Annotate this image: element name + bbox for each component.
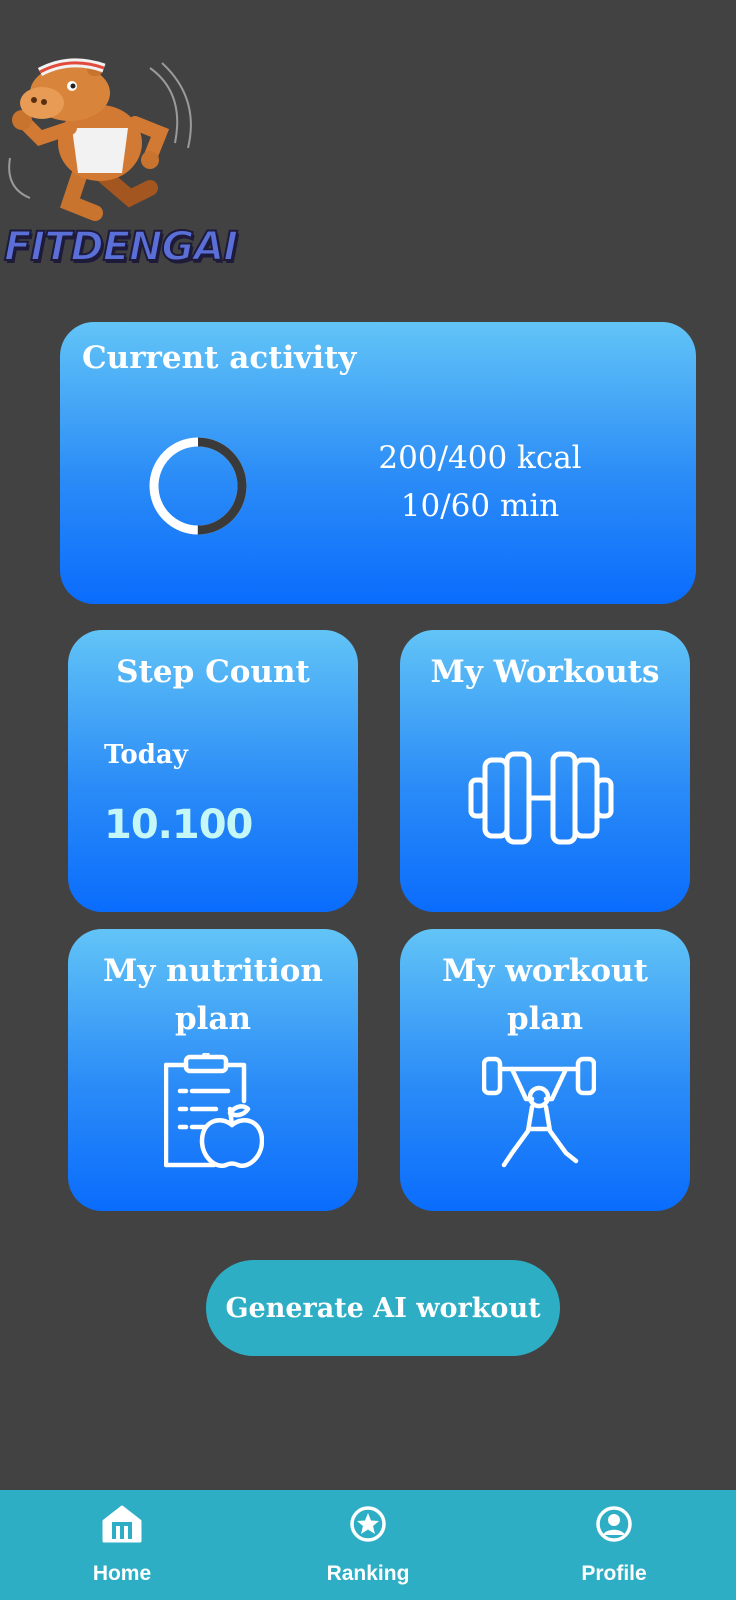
clipboard-apple-icon <box>164 1053 264 1169</box>
nav-label-profile: Profile <box>581 1562 647 1585</box>
home-icon <box>102 1505 142 1543</box>
weightlifter-icon <box>482 1056 596 1168</box>
my-workout-plan-card[interactable]: My workout plan <box>400 929 690 1211</box>
star-icon <box>350 1506 386 1542</box>
current-activity-card[interactable]: Current activity 200/400 kcal 10/60 min <box>60 322 696 604</box>
minutes-value: 10/60 min <box>400 488 560 524</box>
my-workouts-card[interactable]: My Workouts <box>400 630 690 912</box>
activity-progress-ring <box>149 437 247 535</box>
workout-plan-title-line1: My workout <box>442 953 648 989</box>
my-nutrition-plan-title: My nutrition plan <box>68 947 358 1043</box>
step-count-card[interactable]: Step Count Today 10.100 <box>68 630 358 912</box>
activity-title: Current activity <box>82 340 357 376</box>
my-nutrition-plan-card[interactable]: My nutrition plan <box>68 929 358 1211</box>
bottom-navigation: Home Ranking Profile <box>0 1490 736 1600</box>
nav-label-ranking: Ranking <box>326 1562 410 1585</box>
app-logo: FITDENGAI <box>0 48 239 271</box>
activity-stats: 200/400 kcal 10/60 min <box>360 434 600 530</box>
workout-plan-title-line2: plan <box>506 1001 584 1037</box>
kcal-value: 200/400 kcal <box>378 440 582 476</box>
nav-item-ranking[interactable]: Ranking <box>298 1490 438 1600</box>
my-workouts-title: My Workouts <box>430 654 660 690</box>
step-count-title: Step Count <box>116 654 310 690</box>
nav-item-home[interactable]: Home <box>52 1490 192 1600</box>
step-count-value: 10.100 <box>104 802 253 848</box>
user-circle-icon <box>596 1506 632 1542</box>
nav-item-profile[interactable]: Profile <box>544 1490 684 1600</box>
generate-ai-workout-button[interactable]: Generate AI workout <box>206 1260 560 1356</box>
dumbbell-icon <box>468 751 614 845</box>
today-label: Today <box>104 740 188 770</box>
my-workout-plan-title: My workout plan <box>400 947 690 1043</box>
nav-label-home: Home <box>92 1562 152 1585</box>
nutrition-title-line1: My nutrition <box>103 953 323 989</box>
logo-text: FITDENGAI <box>3 223 239 271</box>
nutrition-title-line2: plan <box>174 1001 252 1037</box>
